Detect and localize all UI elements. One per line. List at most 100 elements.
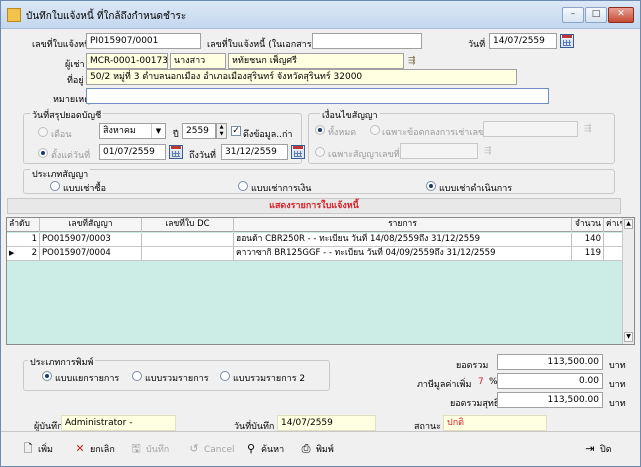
search-label: ค้นหา [261, 445, 285, 455]
contract-no-field [400, 143, 478, 159]
close-window-button[interactable]: ✕ [608, 7, 634, 23]
doc-no-label: เลขที่ใบแจ้งหนี้ (ในเอกสาร) [207, 40, 316, 50]
row-item: ฮอนด้า CBR250R - - ทะเบียน วันที่ 14/08/… [234, 233, 572, 247]
col-no[interactable]: ลำดับ [7, 218, 40, 232]
row-dc [142, 233, 234, 247]
col-contract[interactable]: เลขที่สัญญา [40, 218, 142, 232]
maximize-button[interactable]: □ [585, 7, 607, 23]
invoice-window: บันทึกใบแจ้งหนี้ ที่ใกล้ถึงกำหนดชำระ – □… [0, 0, 641, 467]
radio-print-combine-label: แบบรวมรายการ [145, 374, 209, 384]
binoculars-icon: ⚲ [246, 442, 256, 455]
scroll-down-icon[interactable]: ▼ [624, 332, 633, 342]
minimize-button[interactable]: – [562, 7, 584, 23]
radio-print-separate[interactable] [42, 371, 52, 381]
cancel-label: Cancel [204, 445, 235, 455]
vat-label: ภาษีมูลค่าเพิ่ม [417, 380, 472, 390]
col-dc[interactable]: เลขที่ใบ DC [142, 218, 234, 232]
undo-icon: ↺ [189, 442, 199, 455]
row-rent [604, 247, 623, 261]
record-date-field: 14/07/2559 [277, 415, 376, 431]
vat-rate: 7 [478, 377, 484, 387]
save-button[interactable]: 🖫 บันทึก [129, 438, 169, 460]
month-select[interactable]: สิงหาคม ▼ [99, 123, 166, 139]
col-item[interactable]: รายการ [234, 218, 572, 232]
net-total-unit: บาท [609, 399, 626, 409]
doc-no-field[interactable] [312, 33, 422, 49]
row-amount: 119 [572, 247, 604, 261]
contract-lookup-icon: ⇶ [484, 146, 492, 156]
to-date-field[interactable]: 31/12/2559 [221, 144, 288, 160]
row-contract: PO015907/0004 [40, 247, 142, 261]
col-rent[interactable]: ค่าเช่า [604, 218, 623, 232]
radio-all-contracts[interactable] [315, 125, 325, 135]
current-row-arrow-icon: ▶ [9, 249, 15, 257]
close-button[interactable]: ⇥ ปิด [583, 438, 611, 460]
radio-hire-purchase-label: แบบเช่าซื้อ [63, 184, 106, 194]
calendar-icon[interactable] [169, 145, 183, 159]
radio-by-contract-no-label: เฉพาะสัญญาเลขที่ [328, 150, 400, 160]
row-amount: 140 [572, 233, 604, 247]
invoice-list-banner: แสดงรายการใบแจ้งหนี้ [7, 198, 621, 214]
radio-month[interactable] [38, 127, 48, 137]
x-icon: ✕ [75, 442, 85, 455]
vat-field: 0.00 [497, 373, 603, 389]
remark-field[interactable] [86, 88, 549, 104]
from-date-field[interactable]: 01/07/2559 [99, 144, 166, 160]
radio-month-label: เดือน [51, 130, 72, 140]
agreement-lookup-icon: ⇶ [584, 124, 592, 134]
pull-data-checkbox[interactable]: ✓ [231, 126, 241, 136]
customer-code-field[interactable]: MCR-0001-00173 [86, 53, 168, 69]
col-amount[interactable]: จำนวน [572, 218, 604, 232]
save-icon: 🖫 [131, 442, 141, 455]
grid-scrollbar[interactable]: ▲ ▼ [622, 218, 634, 344]
vat-unit: บาท [609, 380, 626, 390]
status-field: ปกติ [443, 415, 547, 431]
print-button[interactable]: ⎙ พิมพ์ [299, 438, 334, 460]
radio-operating-lease[interactable] [426, 181, 436, 191]
print-label: พิมพ์ [316, 445, 334, 455]
title-bar: บันทึกใบแจ้งหนี้ ที่ใกล้ถึงกำหนดชำระ – □… [1, 1, 640, 29]
to-date-label: ถึงวันที่ [189, 151, 216, 161]
year-field[interactable]: 2559 [182, 123, 216, 139]
remark-label: หมายเหตุ [53, 95, 91, 105]
address-label: ที่อยู่ [67, 76, 84, 86]
add-button[interactable]: 🗋 เพิ่ม [21, 438, 53, 460]
month-value: สิงหาคม [103, 126, 136, 136]
radio-hire-purchase[interactable] [50, 181, 60, 191]
grid-header: ลำดับ เลขที่สัญญา เลขที่ใบ DC รายการ จำน… [7, 218, 623, 232]
search-button[interactable]: ⚲ ค้นหา [244, 438, 284, 460]
subtotal-field: 113,500.00 [497, 354, 603, 370]
cancel-document-button[interactable]: ✕ ยกเลิก [73, 438, 114, 460]
cancel-button[interactable]: ↺ Cancel [187, 438, 235, 460]
radio-finance-lease[interactable] [238, 181, 248, 191]
customer-lookup-icon[interactable]: ⇶ [408, 55, 424, 67]
table-row[interactable]: 1 PO015907/0003 ฮอนด้า CBR250R - - ทะเบี… [7, 233, 623, 247]
pull-data-label: ดึงข้อมูล..ก่า [243, 130, 293, 140]
radio-print-combine[interactable] [132, 371, 142, 381]
table-row[interactable]: ▶ 2 PO015907/0004 คาวาซากิ BR125GGF - - ท… [7, 247, 623, 261]
customer-name-field: หทัยชนก เพ็ญศรี [228, 53, 404, 69]
customer-prefix-field: นางสาว [170, 53, 226, 69]
toolbar-divider [1, 431, 640, 432]
scroll-up-icon[interactable]: ▲ [624, 219, 633, 229]
radio-from-date[interactable] [38, 148, 48, 158]
summary-period-label: วันที่สรุปยอดบัญชี [30, 108, 104, 122]
contract-type-label: ประเภทสัญญา [30, 167, 91, 181]
window-title: บันทึกใบแจ้งหนี้ ที่ใกล้ถึงกำหนดชำระ [26, 11, 187, 22]
year-spinner[interactable]: ▲ ▼ [216, 123, 227, 139]
new-document-icon: 🗋 [23, 442, 33, 455]
invoice-no-field[interactable]: PI015907/0001 [86, 33, 201, 49]
calendar-icon[interactable] [291, 145, 305, 159]
date-label: วันที่ [468, 40, 486, 50]
radio-print-combine2-label: แบบรวมรายการ 2 [233, 374, 306, 384]
date-field[interactable]: 14/07/2559 [489, 33, 557, 49]
row-dc [142, 247, 234, 261]
calendar-icon[interactable] [560, 34, 574, 48]
radio-by-contract-no[interactable] [315, 147, 325, 157]
exit-door-icon: ⇥ [585, 442, 595, 455]
radio-print-combine2[interactable] [220, 371, 230, 381]
net-total-label: ยอดรวมสุทธิ [450, 399, 500, 409]
subtotal-label: ยอดรวม [456, 361, 489, 371]
radio-by-agreement[interactable] [370, 125, 380, 135]
save-label: บันทึก [146, 445, 170, 455]
